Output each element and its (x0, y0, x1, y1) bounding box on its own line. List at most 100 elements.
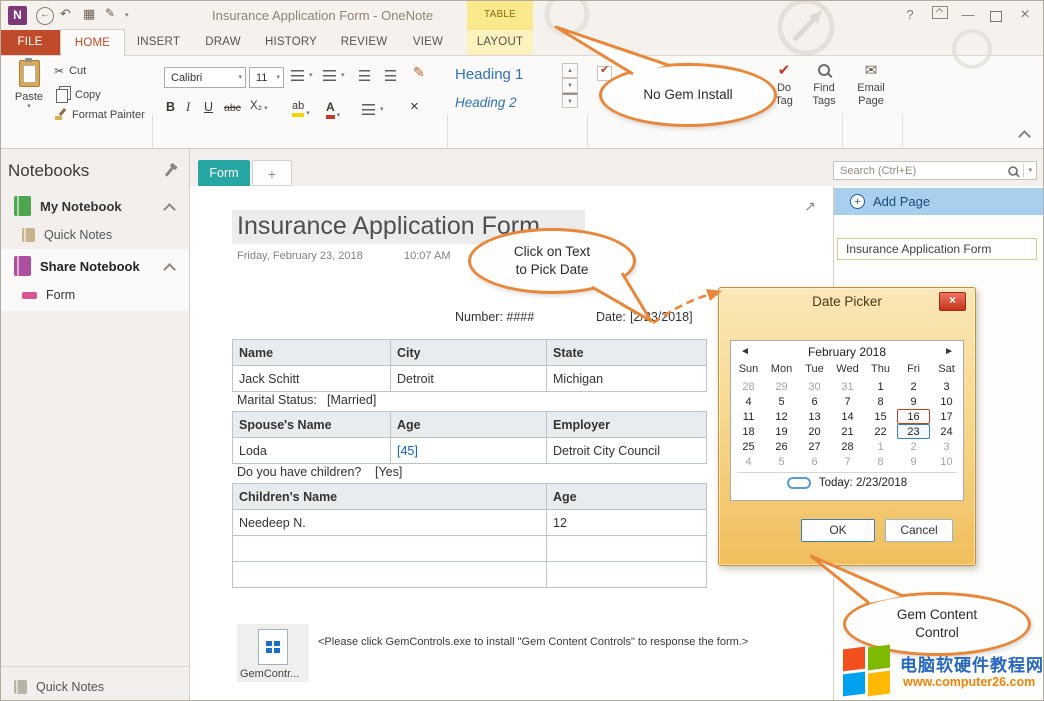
applicant-header-name[interactable]: Name (233, 340, 391, 366)
children-header-age[interactable]: Age (547, 484, 707, 510)
calendar-day[interactable]: 3 (930, 379, 963, 394)
cancel-button[interactable]: Cancel (885, 519, 953, 542)
font-color-button[interactable]: A ▾ (326, 100, 340, 119)
spouse-name-cell[interactable]: Loda (233, 438, 391, 464)
spouse-header-employer[interactable]: Employer (547, 412, 707, 438)
find-tags-button[interactable]: Find Tags (806, 61, 842, 108)
calendar-day[interactable]: 17 (930, 409, 963, 424)
strikethrough-button[interactable]: abc (224, 102, 241, 114)
calendar-day[interactable]: 12 (765, 409, 798, 424)
search-input[interactable] (838, 164, 1007, 178)
tab-layout[interactable]: LAYOUT (467, 30, 533, 55)
calendar-today-row[interactable]: Today: 2/23/2018 (731, 477, 963, 489)
calendar-day[interactable]: 31 (831, 379, 864, 394)
date-picker-close-button[interactable]: × (939, 292, 966, 311)
copy-button[interactable]: Copy (54, 86, 101, 103)
child-name-cell-empty[interactable] (233, 536, 547, 562)
collapse-ribbon-icon[interactable] (1020, 128, 1029, 146)
calendar-day[interactable]: 14 (831, 409, 864, 424)
tab-history[interactable]: HISTORY (254, 30, 328, 55)
sidebar-item-share-notebook[interactable]: Share Notebook (0, 251, 190, 281)
calendar-day[interactable]: 24 (930, 424, 963, 439)
calendar-day[interactable]: 8 (864, 394, 897, 409)
ribbon-options-icon[interactable] (928, 6, 952, 24)
back-icon[interactable]: ← (36, 7, 54, 25)
page-tab-form[interactable]: Form (198, 160, 250, 186)
spouse-employer-cell[interactable]: Detroit City Council (547, 438, 707, 464)
bullets-button[interactable]: ▾ (291, 70, 313, 81)
calendar-day[interactable]: 11 (732, 409, 765, 424)
tab-file[interactable]: FILE (0, 30, 60, 55)
spouse-header-name[interactable]: Spouse's Name (233, 412, 391, 438)
full-page-view-icon[interactable]: ↗ (804, 198, 816, 215)
calendar-day[interactable]: 23 (897, 424, 930, 439)
sidebar-item-quick-notes[interactable]: Quick Notes (0, 222, 190, 248)
attachment-file-icon[interactable] (258, 629, 288, 665)
clear-formatting-button[interactable]: × (410, 98, 419, 115)
calendar-day[interactable]: 5 (765, 394, 798, 409)
applicant-header-state[interactable]: State (547, 340, 707, 366)
children-question-value[interactable]: [Yes] (375, 465, 402, 479)
undo-icon[interactable]: ↶ (60, 6, 71, 22)
calendar-day[interactable]: 6 (798, 454, 831, 469)
calendar-day[interactable]: 18 (732, 424, 765, 439)
calendar-day[interactable]: 2 (897, 439, 930, 454)
search-scope-caret-icon[interactable]: ▾ (1028, 167, 1032, 174)
highlight-pen-icon[interactable]: ✎ (413, 64, 425, 81)
child-name-cell-empty2[interactable] (233, 562, 547, 588)
spouse-age-cell[interactable]: [45] (391, 438, 547, 464)
calendar-day[interactable]: 4 (732, 454, 765, 469)
font-size-select[interactable]: 11 ▾ (249, 67, 284, 88)
calendar-day[interactable]: 6 (798, 394, 831, 409)
applicant-name-cell[interactable]: Jack Schitt (233, 366, 391, 392)
calendar-day[interactable]: 19 (765, 424, 798, 439)
child-name-cell[interactable]: Needeep N. (233, 510, 547, 536)
date-field-value[interactable]: [2/23/2018] (630, 310, 693, 324)
calendar-day[interactable]: 28 (831, 439, 864, 454)
calendar-next-icon[interactable]: ► (944, 346, 954, 357)
calendar-day[interactable]: 3 (930, 439, 963, 454)
decrease-indent-button[interactable] (359, 70, 370, 81)
child-age-cell-empty2[interactable] (547, 562, 707, 588)
italic-button[interactable]: I (186, 100, 190, 115)
calendar-day[interactable]: 29 (765, 379, 798, 394)
new-page-tab-button[interactable]: + (252, 160, 292, 186)
calendar-day[interactable]: 28 (732, 379, 765, 394)
calendar-day[interactable]: 10 (930, 454, 963, 469)
search-box[interactable]: ▾ (833, 161, 1037, 180)
calendar-day[interactable]: 7 (831, 394, 864, 409)
child-age-cell-empty[interactable] (547, 536, 707, 562)
calendar-day[interactable]: 4 (732, 394, 765, 409)
calendar-day[interactable]: 15 (864, 409, 897, 424)
cut-button[interactable]: ✂ Cut (54, 64, 86, 78)
calendar-day[interactable]: 16 (897, 409, 930, 424)
paste-button[interactable]: Paste ▾ (8, 60, 50, 110)
close-button[interactable]: × (1013, 6, 1037, 24)
calendar-day[interactable]: 13 (798, 409, 831, 424)
calendar-day[interactable]: 1 (864, 379, 897, 394)
calendar-day[interactable]: 20 (798, 424, 831, 439)
tab-home[interactable]: HOME (60, 29, 125, 56)
number-field[interactable]: Number: #### (455, 310, 534, 324)
bold-button[interactable]: B (166, 100, 175, 114)
calendar-day[interactable]: 26 (765, 439, 798, 454)
my-notebook-chevron-icon[interactable] (163, 203, 176, 216)
marital-status-value[interactable]: [Married] (327, 393, 376, 407)
calendar-day[interactable]: 30 (798, 379, 831, 394)
text-highlight-button[interactable]: ab ▾ (292, 100, 310, 117)
email-page-button[interactable]: ✉ Email Page (846, 61, 896, 108)
calendar-day[interactable]: 21 (831, 424, 864, 439)
sidebar-footer-quick-notes[interactable]: Quick Notes (0, 673, 190, 701)
help-icon[interactable]: ? (898, 6, 922, 24)
calendar-day[interactable]: 2 (897, 379, 930, 394)
styles-scroll-down-icon[interactable]: ▼ (562, 78, 578, 93)
calendar-day[interactable]: 1 (864, 439, 897, 454)
applicant-state-cell[interactable]: Michigan (547, 366, 707, 392)
calendar-day[interactable]: 25 (732, 439, 765, 454)
calendar-day[interactable]: 5 (765, 454, 798, 469)
calendar-day[interactable]: 22 (864, 424, 897, 439)
attachment-name[interactable]: GemContr... (240, 668, 299, 680)
children-header-name[interactable]: Children's Name (233, 484, 547, 510)
add-page-button[interactable]: + Add Page (834, 188, 1044, 215)
qat-caret-icon[interactable]: ▾ (125, 12, 129, 19)
